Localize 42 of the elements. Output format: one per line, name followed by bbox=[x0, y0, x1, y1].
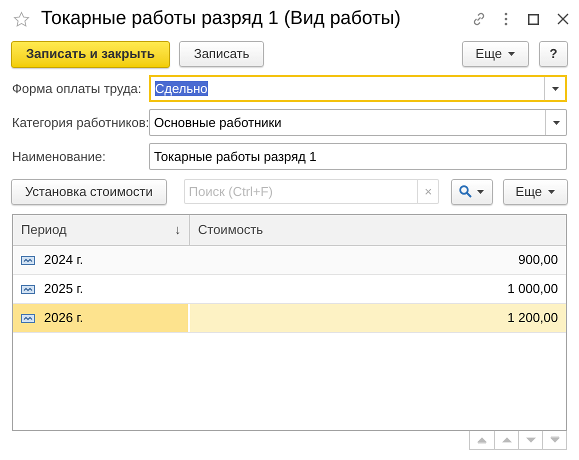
link-icon[interactable] bbox=[471, 11, 487, 27]
table-cell-text: 2025 г. bbox=[44, 280, 84, 298]
caret-icon bbox=[508, 52, 515, 56]
search-button[interactable] bbox=[451, 178, 493, 204]
table-cell-text: 2026 г. bbox=[44, 309, 84, 328]
table-row[interactable]: 2026 г. 1 200,00 bbox=[13, 304, 566, 333]
record-icon bbox=[21, 284, 35, 294]
record-icon bbox=[21, 314, 35, 322]
more-icon[interactable] bbox=[504, 12, 508, 26]
save-and-close-button[interactable]: Записать и закрыть bbox=[11, 40, 170, 68]
caret-icon bbox=[552, 86, 558, 90]
field-label: Форма оплаты труда: bbox=[12, 80, 142, 98]
column-header[interactable]: Стоимость bbox=[190, 215, 566, 245]
table-cell-text: 1 000,00 bbox=[507, 280, 558, 298]
caret-icon bbox=[552, 120, 560, 124]
column-header[interactable]: Период ↓ bbox=[13, 215, 190, 245]
help-button[interactable]: ? bbox=[539, 41, 568, 67]
dropdown-field[interactable]: Основные работники bbox=[149, 109, 567, 136]
star-icon[interactable] bbox=[13, 10, 30, 28]
input-field[interactable]: Токарные работы разряд 1 bbox=[149, 143, 567, 170]
last-icon bbox=[550, 436, 560, 444]
search-icon bbox=[459, 185, 472, 198]
table-cell-text: 900,00 bbox=[518, 251, 558, 270]
up-icon bbox=[502, 436, 512, 444]
maximize-icon[interactable] bbox=[528, 14, 539, 24]
set-cost-button[interactable]: Установка стоимости bbox=[11, 178, 167, 204]
first-icon bbox=[477, 436, 487, 444]
record-icon bbox=[21, 256, 35, 264]
more-button[interactable]: Еще bbox=[502, 178, 568, 204]
window-title: Токарные работы разряд 1 (Вид работы) bbox=[41, 6, 401, 31]
table-cell-text: 1 200,00 bbox=[507, 309, 558, 328]
table-cell-text: 2024 г. bbox=[44, 251, 84, 270]
field-label: Категория работников: bbox=[12, 114, 149, 132]
dropdown-field[interactable]: Сдельно bbox=[149, 75, 567, 102]
more-button[interactable]: Еще bbox=[462, 41, 529, 67]
close-icon[interactable] bbox=[557, 13, 569, 25]
table-row[interactable]: 2024 г. 900,00 bbox=[13, 246, 566, 275]
caret-icon bbox=[548, 190, 555, 194]
down-icon bbox=[526, 436, 536, 444]
caret-icon bbox=[477, 190, 484, 194]
save-button[interactable]: Записать bbox=[178, 41, 264, 67]
field-label: Наименование: bbox=[12, 148, 107, 166]
